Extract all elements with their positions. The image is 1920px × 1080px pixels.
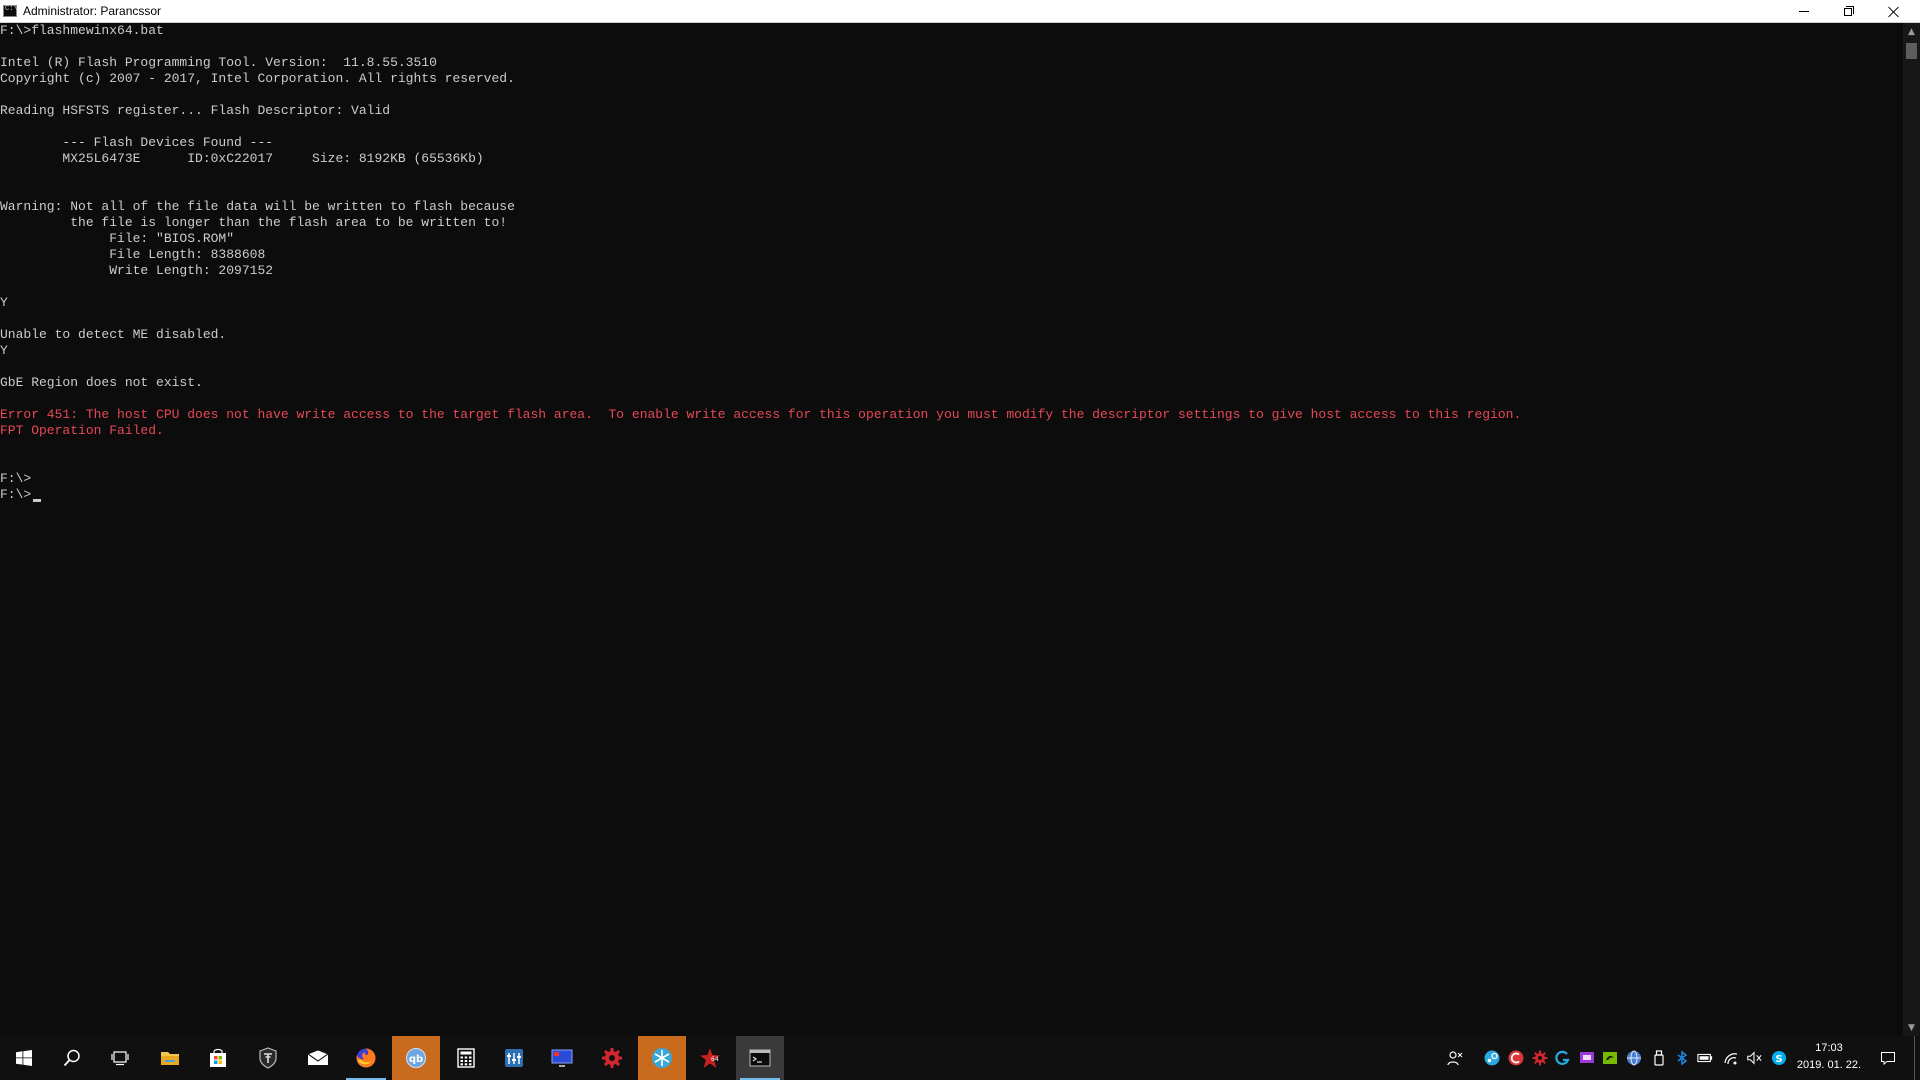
console-line: the file is longer than the flash area t…	[0, 215, 508, 230]
minimize-icon	[1798, 10, 1809, 12]
skype-icon[interactable]: S	[1771, 1050, 1787, 1066]
close-icon	[1888, 6, 1899, 17]
text-cursor	[33, 499, 41, 502]
console-line: F:\>	[0, 487, 32, 502]
firefox-icon	[355, 1047, 377, 1069]
world-of-tanks-button[interactable]	[244, 1036, 292, 1080]
file-explorer-button[interactable]	[146, 1036, 194, 1080]
svg-text:64: 64	[711, 1056, 719, 1063]
svg-text:qb: qb	[409, 1054, 423, 1065]
title-bar[interactable]: Administrator: Parancssor	[0, 0, 1920, 23]
nvidia-icon[interactable]	[1602, 1050, 1618, 1066]
console-line: Unable to detect ME disabled.	[0, 327, 227, 342]
logitech-icon[interactable]	[1555, 1050, 1571, 1066]
firefox-button[interactable]	[342, 1036, 390, 1080]
start-button[interactable]	[0, 1036, 48, 1080]
console-output[interactable]: F:\>flashmewinx64.bat Intel (R) Flash Pro…	[0, 23, 1903, 1036]
envelope-icon	[307, 1050, 329, 1066]
people-icon[interactable]	[1447, 1050, 1463, 1066]
wifi-globe-icon[interactable]	[1626, 1050, 1642, 1066]
search-button[interactable]	[48, 1036, 96, 1080]
store-bag-icon	[208, 1048, 228, 1068]
steam-icon[interactable]	[1484, 1050, 1500, 1066]
restore-icon	[1843, 6, 1854, 16]
console-line: Intel (R) Flash Programming Tool. Versio…	[0, 55, 437, 70]
close-button[interactable]	[1871, 0, 1916, 22]
console-line: Write Length: 2097152	[0, 263, 274, 278]
bluetooth-icon[interactable]	[1674, 1050, 1690, 1066]
scroll-down-arrow-icon[interactable]: ▼	[1903, 1019, 1920, 1036]
ccleaner-icon[interactable]	[1508, 1050, 1524, 1066]
equalizer-icon	[504, 1048, 524, 1068]
task-view-icon	[111, 1050, 129, 1066]
calculator-button[interactable]	[442, 1036, 490, 1080]
red-gear-tray-icon[interactable]	[1532, 1050, 1548, 1066]
console-line: --- Flash Devices Found ---	[0, 135, 274, 150]
red-gear-icon	[601, 1047, 623, 1069]
monitor-icon	[551, 1048, 573, 1068]
minimize-button[interactable]	[1781, 0, 1826, 22]
scrollbar-thumb[interactable]	[1906, 43, 1917, 59]
command-prompt-button[interactable]	[736, 1036, 784, 1080]
window-title: Administrator: Parancssor	[23, 4, 162, 18]
gaming-app-button[interactable]: 64	[686, 1036, 734, 1080]
clock[interactable]: 17:03 2019. 01. 22.	[1796, 1040, 1862, 1076]
calculator-icon	[457, 1048, 475, 1068]
terminal-icon	[749, 1049, 771, 1067]
console-line: Copyright (c) 2007 - 2017, Intel Corpora…	[0, 71, 515, 86]
snowflake-icon	[651, 1047, 673, 1069]
search-icon	[63, 1049, 81, 1067]
svg-text:S: S	[1775, 1054, 1782, 1065]
battery-icon[interactable]	[1697, 1050, 1713, 1066]
command-prompt-icon	[3, 5, 18, 17]
clock-date: 2019. 01. 22.	[1796, 1059, 1862, 1071]
console-line: Y	[0, 343, 8, 358]
console-line: Y	[0, 295, 8, 310]
console-error-line: FPT Operation Failed.	[0, 423, 164, 438]
notification-icon	[1881, 1052, 1895, 1066]
settings-app-button[interactable]	[588, 1036, 636, 1080]
console-line: Reading HSFSTS register... Flash Descrip…	[0, 103, 391, 118]
scroll-up-arrow-icon[interactable]: ▲	[1903, 23, 1920, 40]
store-button[interactable]	[194, 1036, 242, 1080]
qbittorrent-icon: qb	[405, 1047, 427, 1069]
mail-button[interactable]	[294, 1036, 342, 1080]
qbittorrent-button[interactable]: qb	[392, 1036, 440, 1080]
show-desktop-button[interactable]	[1914, 1036, 1920, 1080]
windows-logo-icon	[16, 1050, 32, 1066]
vertical-scrollbar[interactable]: ▲ ▼	[1903, 23, 1920, 1036]
purple-app-icon[interactable]	[1579, 1050, 1595, 1066]
console-line: Warning: Not all of the file data will b…	[0, 199, 515, 214]
console-error-line: Error 451: The host CPU does not have wr…	[0, 407, 1522, 422]
task-view-button[interactable]	[96, 1036, 144, 1080]
red-star-icon: 64	[699, 1047, 721, 1069]
tank-shield-icon	[258, 1047, 278, 1069]
folder-icon	[160, 1050, 180, 1066]
equalizer-app-button[interactable]	[490, 1036, 538, 1080]
taskbar: qb 64 S 17:03 2019. 01. 22.	[0, 1036, 1920, 1080]
volume-muted-icon[interactable]	[1746, 1050, 1762, 1066]
console-line: File: "BIOS.ROM"	[0, 231, 235, 246]
console-line: GbE Region does not exist.	[0, 375, 203, 390]
snowflake-app-button[interactable]	[638, 1036, 686, 1080]
console-line: MX25L6473E ID:0xC22017 Size: 8192KB (655…	[0, 151, 484, 166]
clock-time: 17:03	[1815, 1042, 1843, 1054]
console-line: F:\>	[0, 471, 32, 486]
usb-drive-icon[interactable]	[1651, 1050, 1667, 1066]
restore-button[interactable]	[1826, 0, 1871, 22]
remote-desktop-button[interactable]	[538, 1036, 586, 1080]
console-line: File Length: 8388608	[0, 247, 266, 262]
network-icon[interactable]	[1723, 1050, 1739, 1066]
action-center-button[interactable]	[1866, 1036, 1910, 1080]
console-line: F:\>flashmewinx64.bat	[0, 23, 164, 38]
